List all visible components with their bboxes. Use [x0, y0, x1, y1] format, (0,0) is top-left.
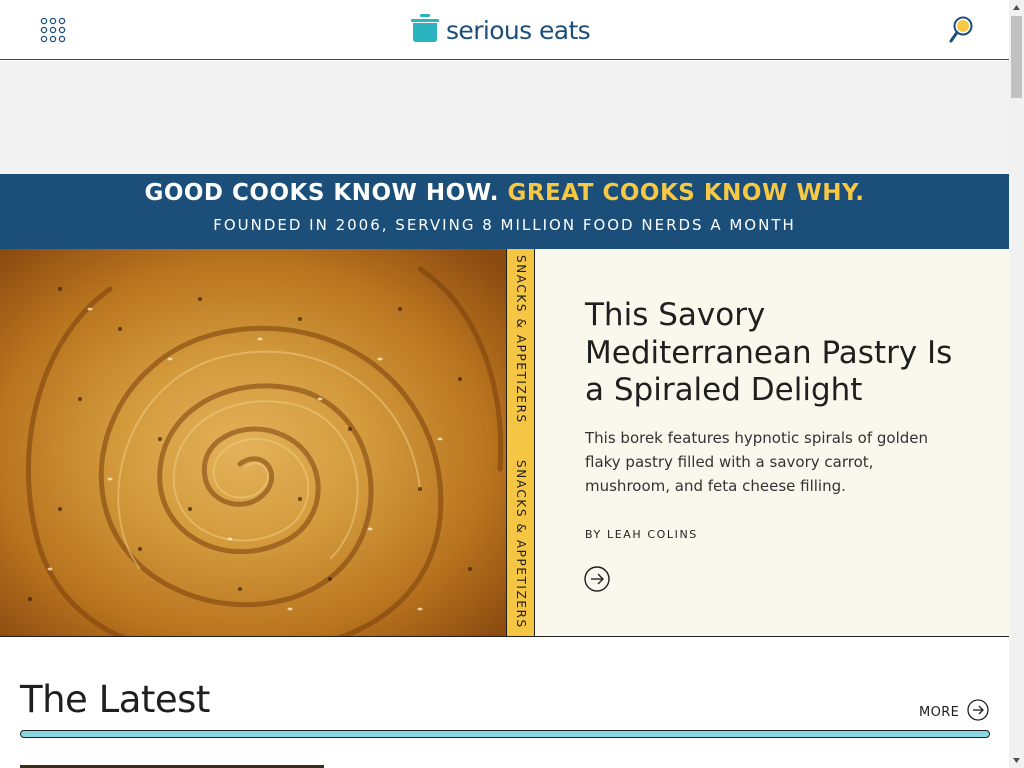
tagline-subtext: FOUNDED IN 2006, SERVING 8 MILLION FOOD …	[213, 216, 796, 234]
scrollbar-thumb[interactable]	[1011, 16, 1022, 98]
more-link[interactable]: MORE	[919, 699, 989, 725]
site-logo[interactable]: serious eats	[410, 13, 591, 47]
more-label: MORE	[919, 704, 960, 720]
category-link[interactable]: SNACKS & APPETIZERS	[514, 460, 528, 629]
scrollbar[interactable]	[1009, 0, 1024, 768]
author-link[interactable]: LEAH COLINS	[607, 528, 698, 541]
scroll-up-icon[interactable]	[1009, 0, 1024, 15]
pot-icon	[410, 13, 440, 47]
grid-dots-icon[interactable]	[40, 17, 66, 43]
hero-image[interactable]	[0, 249, 506, 636]
tagline-part-1: GOOD COOKS KNOW HOW.	[144, 180, 499, 206]
hero-description: This borek features hypnotic spirals of …	[585, 429, 928, 495]
arrow-circle-right-icon[interactable]	[584, 566, 610, 592]
arrow-circle-right-icon	[967, 699, 989, 725]
hero-feature: SNACKS & APPETIZERS SNACKS & APPETIZERS …	[0, 249, 1009, 637]
scroll-down-icon[interactable]	[1009, 753, 1024, 768]
tagline-part-2: GREAT COOKS KNOW WHY.	[507, 180, 865, 206]
magnifier-icon[interactable]	[948, 15, 976, 45]
hero-card: This Savory Mediterranean Pastry Is a Sp…	[535, 249, 1009, 636]
section-divider	[20, 730, 990, 738]
tagline: GOOD COOKS KNOW HOW. GREAT COOKS KNOW WH…	[0, 180, 1009, 206]
category-link[interactable]: SNACKS & APPETIZERS	[514, 255, 528, 424]
ad-slot	[0, 61, 1009, 174]
site-header: serious eats	[0, 0, 1009, 60]
byline: BY LEAH COLINS	[585, 528, 698, 541]
tagline-banner: GOOD COOKS KNOW HOW. GREAT COOKS KNOW WH…	[0, 174, 1009, 249]
section-heading: The Latest	[20, 678, 210, 721]
logo-text: serious eats	[446, 15, 591, 45]
hero-title[interactable]: This Savory Mediterranean Pastry Is a Sp…	[585, 297, 955, 410]
category-strip: SNACKS & APPETIZERS SNACKS & APPETIZERS	[506, 249, 535, 636]
byline-prefix: BY	[585, 528, 602, 541]
